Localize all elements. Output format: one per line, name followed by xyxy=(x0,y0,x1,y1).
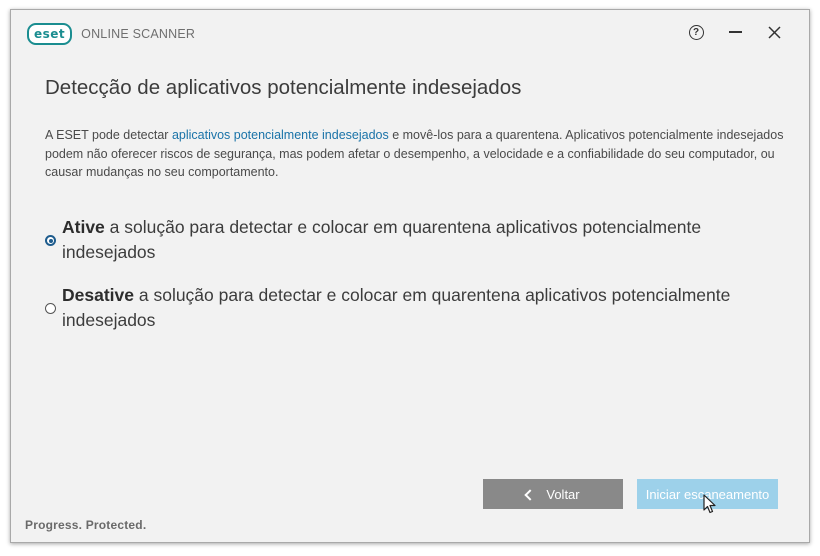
back-button[interactable]: Voltar xyxy=(483,479,623,509)
app-window: eset ONLINE SCANNER ? Detecção de aplica… xyxy=(10,9,810,543)
start-scan-button[interactable]: Iniciar escaneamento xyxy=(637,479,778,509)
close-icon xyxy=(767,25,781,39)
option-disable-rest: a solução para detectar e colocar em qua… xyxy=(62,285,731,330)
minimize-button[interactable] xyxy=(720,20,750,44)
enable-radio[interactable] xyxy=(45,235,56,246)
description-prefix: A ESET pode detectar xyxy=(45,128,172,142)
product-name: ONLINE SCANNER xyxy=(81,27,196,41)
option-enable-bold: Ative xyxy=(62,217,105,237)
page-title: Detecção de aplicativos potencialmente i… xyxy=(45,76,522,99)
start-scan-button-label: Iniciar escaneamento xyxy=(645,486,770,502)
option-enable[interactable]: Ative a solução para detectar e colocar … xyxy=(45,215,765,265)
disable-radio[interactable] xyxy=(45,303,56,314)
description-text: A ESET pode detectar aplicativos potenci… xyxy=(45,126,785,182)
help-button[interactable]: ? xyxy=(681,20,711,44)
pua-link[interactable]: aplicativos potencialmente indesejados xyxy=(172,128,389,142)
eset-logo-badge: eset xyxy=(27,23,73,45)
chevron-left-icon xyxy=(524,488,537,501)
option-disable-bold: Desative xyxy=(62,285,134,305)
title-bar: eset ONLINE SCANNER ? xyxy=(11,10,809,54)
help-icon: ? xyxy=(688,24,704,40)
footer-tagline: Progress. Protected. xyxy=(25,518,147,532)
eset-logo: eset ONLINE SCANNER xyxy=(27,23,195,45)
window-controls: ? xyxy=(672,20,789,44)
option-enable-rest: a solução para detectar e colocar em qua… xyxy=(62,217,702,262)
option-disable-label: Desative a solução para detectar e coloc… xyxy=(62,283,765,333)
option-enable-label: Ative a solução para detectar e colocar … xyxy=(62,215,765,265)
option-disable[interactable]: Desative a solução para detectar e coloc… xyxy=(45,283,765,333)
minimize-icon xyxy=(728,31,742,33)
close-button[interactable] xyxy=(759,20,789,44)
back-button-label: Voltar xyxy=(546,486,580,502)
